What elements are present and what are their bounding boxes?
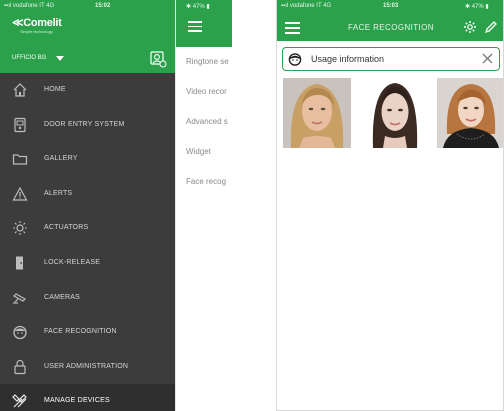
usage-information-banner[interactable]: Usage information bbox=[282, 47, 500, 71]
drawer-menu: HOME DOOR ENTRY SYSTEM GALLERY ALERTS AC… bbox=[0, 73, 175, 411]
user-lock-icon bbox=[14, 359, 26, 374]
menu-label: GALLERY bbox=[44, 155, 78, 163]
face-icon bbox=[13, 326, 27, 340]
usage-information-label: Usage information bbox=[311, 54, 385, 64]
brand-logo: ≪Comelit bbox=[12, 17, 62, 29]
app-header: ▪▪ıl vodafone IT 4G 15:03 ✱ 47% ▮ FACE R… bbox=[277, 0, 503, 41]
left-phone-screen: ▪▪ıl vodafone IT 4G 15:02 ≪Comelit Simpl… bbox=[0, 0, 232, 411]
settings-header: ✱ 47% ▮ bbox=[176, 0, 232, 47]
settings-item-advanced[interactable]: Advanced s bbox=[186, 117, 228, 126]
folder-icon bbox=[12, 154, 28, 165]
menu-label: DOOR ENTRY SYSTEM bbox=[44, 120, 125, 128]
face-thumbnail-1[interactable] bbox=[283, 78, 351, 148]
menu-label: CAMERAS bbox=[44, 293, 81, 301]
right-phone-screen: ▪▪ıl vodafone IT 4G 15:03 ✱ 47% ▮ FACE R… bbox=[276, 0, 504, 411]
settings-item-ringtone[interactable]: Ringtone se bbox=[186, 57, 229, 66]
menu-label: HOME bbox=[44, 86, 66, 93]
menu-label: FACE RECOGNITION bbox=[44, 328, 117, 336]
menu-item-door-entry-system[interactable]: DOOR ENTRY SYSTEM bbox=[0, 108, 175, 143]
menu-label: LOCK-RELEASE bbox=[44, 258, 101, 266]
menu-item-actuators[interactable]: ACTUATORS bbox=[0, 211, 175, 246]
brand-tagline: Simple technology bbox=[20, 29, 53, 34]
gear-icon[interactable] bbox=[463, 20, 477, 34]
status-battery: ✱ 47% ▮ bbox=[465, 4, 489, 10]
settings-screen-behind: ✱ 47% ▮ Ringtone se Video recor Advanced… bbox=[175, 0, 232, 411]
tools-icon bbox=[12, 394, 27, 408]
site-settings-icon[interactable] bbox=[149, 50, 167, 68]
site-selector[interactable]: UFFICIO BG bbox=[0, 47, 175, 71]
home-icon bbox=[13, 83, 27, 97]
close-icon[interactable] bbox=[480, 51, 495, 66]
face-gallery bbox=[277, 78, 504, 150]
settings-item-face-recognition[interactable]: Face recog bbox=[186, 177, 226, 186]
hamburger-icon[interactable] bbox=[188, 21, 202, 32]
menu-item-home[interactable]: HOME bbox=[0, 73, 175, 108]
menu-item-face-recognition[interactable]: FACE RECOGNITION bbox=[0, 315, 175, 350]
settings-item-widget[interactable]: Widget bbox=[186, 147, 211, 156]
navigation-drawer: ▪▪ıl vodafone IT 4G 15:02 ≪Comelit Simpl… bbox=[0, 0, 175, 411]
face-thumbnail-2[interactable] bbox=[361, 78, 429, 148]
lock-release-icon bbox=[16, 256, 23, 270]
menu-item-user-administration[interactable]: USER ADMINISTRATION bbox=[0, 350, 175, 385]
status-time: 15:03 bbox=[383, 3, 399, 9]
menu-item-lock-release[interactable]: LOCK-RELEASE bbox=[0, 246, 175, 281]
menu-label: MANAGE DEVICES bbox=[44, 397, 110, 405]
pencil-icon[interactable] bbox=[484, 20, 498, 34]
menu-item-alerts[interactable]: ALERTS bbox=[0, 177, 175, 212]
settings-item-video-recording[interactable]: Video recor bbox=[186, 87, 227, 96]
menu-label: ACTUATORS bbox=[44, 224, 89, 232]
menu-item-manage-devices[interactable]: MANAGE DEVICES bbox=[0, 384, 175, 411]
drawer-header: ▪▪ıl vodafone IT 4G 15:02 ≪Comelit Simpl… bbox=[0, 0, 175, 73]
site-name: UFFICIO BG bbox=[12, 55, 47, 61]
menu-item-gallery[interactable]: GALLERY bbox=[0, 142, 175, 177]
status-carrier: ▪▪ıl vodafone IT 4G bbox=[4, 3, 55, 9]
menu-label: USER ADMINISTRATION bbox=[44, 362, 129, 370]
actuators-icon bbox=[13, 221, 27, 236]
chevron-down-icon bbox=[56, 56, 64, 61]
warning-icon bbox=[12, 186, 28, 201]
status-time: 15:02 bbox=[95, 3, 111, 9]
face-thumbnail-3[interactable] bbox=[437, 78, 504, 148]
menu-item-cameras[interactable]: CAMERAS bbox=[0, 281, 175, 316]
face-icon bbox=[288, 53, 302, 66]
status-battery: ✱ 47% ▮ bbox=[186, 4, 210, 10]
status-carrier: ▪▪ıl vodafone IT 4G bbox=[281, 3, 332, 9]
camera-icon bbox=[13, 292, 26, 304]
menu-label: ALERTS bbox=[44, 189, 73, 197]
door-entry-icon bbox=[14, 117, 26, 132]
